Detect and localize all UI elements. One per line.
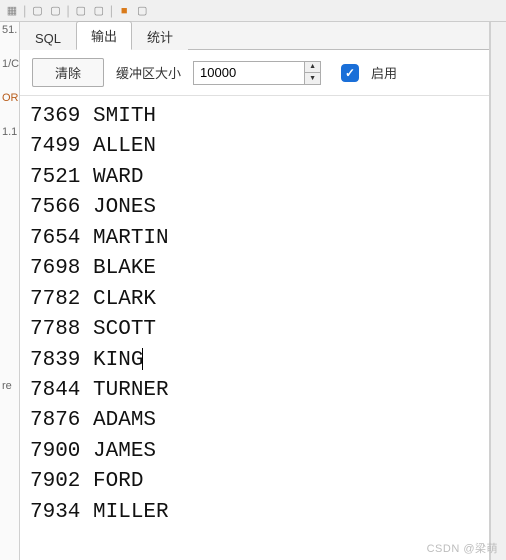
- spin-up-icon[interactable]: ▲: [305, 62, 320, 74]
- text-caret: [142, 348, 143, 370]
- scrollbar[interactable]: [490, 22, 506, 560]
- toolbar-sep: |: [110, 3, 113, 18]
- output-row: 7876 ADAMS: [30, 406, 479, 436]
- toolbar-icon[interactable]: ▢: [47, 3, 63, 19]
- gutter-line: 1/C: [0, 58, 19, 92]
- enable-checkbox[interactable]: ✓: [341, 64, 359, 82]
- buffer-input[interactable]: [194, 62, 304, 84]
- tab-bar: SQL 输出 统计: [20, 22, 489, 50]
- output-row: 7900 JAMES: [30, 437, 479, 467]
- toolbar-icon[interactable]: ▦: [4, 3, 20, 19]
- main: 51. 1/C ORC 1.1 re SQL 输出 统计 清除 缓冲区大小 ▲ …: [0, 22, 506, 560]
- output-row: 7934 MILLER: [30, 498, 479, 528]
- toolbar-icon[interactable]: ▢: [29, 3, 45, 19]
- output-row: 7902 FORD: [30, 467, 479, 497]
- output-row: 7369 SMITH: [30, 102, 479, 132]
- output-row: 7698 BLAKE: [30, 254, 479, 284]
- enable-label: 启用: [371, 63, 397, 82]
- output-row: 7521 WARD: [30, 163, 479, 193]
- toolbar: ▦ | ▢ ▢ | ▢ ▢ | ■ ▢: [0, 0, 506, 22]
- controls-bar: 清除 缓冲区大小 ▲ ▼ ✓ 启用: [20, 50, 489, 96]
- watermark: CSDN @梁萌: [427, 540, 498, 556]
- tab-output[interactable]: 输出: [76, 21, 132, 50]
- left-gutter: 51. 1/C ORC 1.1 re: [0, 22, 20, 560]
- gutter-line: 1.1: [0, 126, 19, 160]
- content-pane: SQL 输出 统计 清除 缓冲区大小 ▲ ▼ ✓ 启用 7369 SMITH74…: [20, 22, 490, 560]
- output-row: 7654 MARTIN: [30, 224, 479, 254]
- toolbar-sep: |: [66, 3, 69, 18]
- clear-button[interactable]: 清除: [32, 58, 104, 87]
- tab-stats[interactable]: 统计: [132, 22, 188, 50]
- toolbar-icon[interactable]: ▢: [134, 3, 150, 19]
- spin-down-icon[interactable]: ▼: [305, 73, 320, 84]
- output-row: 7788 SCOTT: [30, 315, 479, 345]
- buffer-label: 缓冲区大小: [116, 63, 181, 82]
- tab-sql[interactable]: SQL: [20, 26, 76, 50]
- toolbar-icon[interactable]: ▢: [73, 3, 89, 19]
- toolbar-sep: |: [23, 3, 26, 18]
- output-area[interactable]: 7369 SMITH7499 ALLEN7521 WARD7566 JONES7…: [20, 96, 489, 560]
- gutter-line: 51.: [0, 24, 19, 58]
- output-row: 7566 JONES: [30, 193, 479, 223]
- gutter-line: [0, 160, 19, 380]
- output-row: 7844 TURNER: [30, 376, 479, 406]
- toolbar-icon-stop[interactable]: ■: [116, 3, 132, 19]
- buffer-spinner[interactable]: ▲ ▼: [193, 61, 321, 85]
- output-row: 7839 KING: [30, 346, 479, 376]
- spin-buttons: ▲ ▼: [304, 62, 320, 84]
- gutter-line: ORC: [0, 92, 19, 126]
- output-row: 7782 CLARK: [30, 285, 479, 315]
- toolbar-icon[interactable]: ▢: [91, 3, 107, 19]
- output-row: 7499 ALLEN: [30, 132, 479, 162]
- gutter-line: re: [0, 380, 19, 414]
